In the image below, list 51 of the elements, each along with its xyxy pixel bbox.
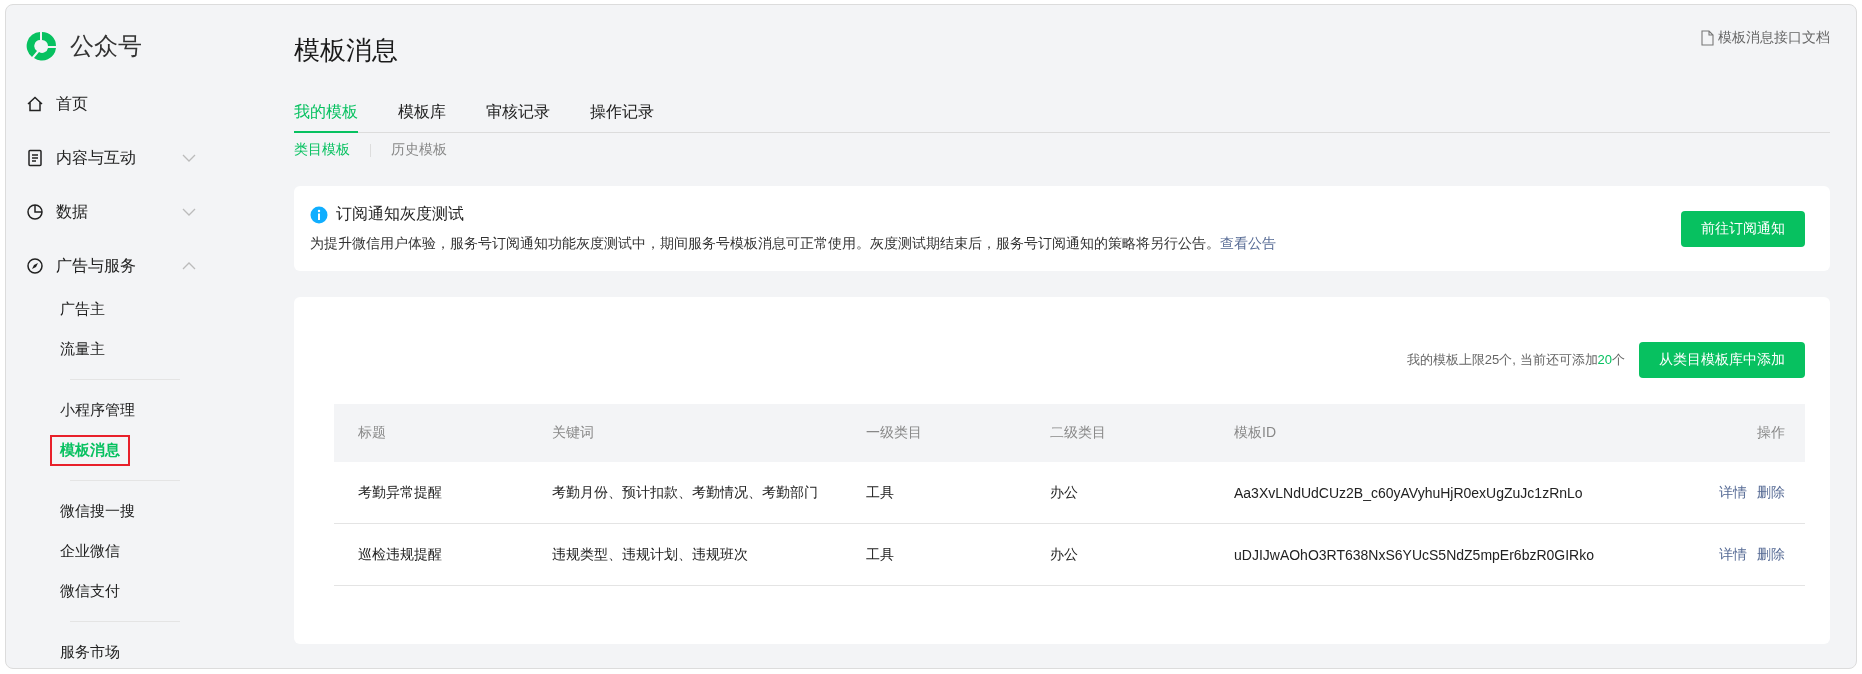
- nav-subitem[interactable]: 微信支付: [50, 575, 130, 607]
- notice-title: 订阅通知灰度测试: [336, 204, 464, 224]
- doc-link[interactable]: 模板消息接口文档: [1701, 29, 1830, 47]
- action-link[interactable]: 详情: [1719, 483, 1747, 500]
- column-header: 关键词: [528, 404, 842, 462]
- column-header: 标题: [334, 404, 528, 462]
- nav-subitem[interactable]: 小程序管理: [50, 394, 145, 426]
- action-link[interactable]: 删除: [1757, 483, 1785, 500]
- page-title: 模板消息: [294, 34, 398, 67]
- nav-subitem[interactable]: 流量主: [50, 333, 115, 365]
- tab[interactable]: 模板库: [398, 96, 446, 133]
- chevron-up-icon: [182, 262, 196, 270]
- info-icon: [310, 205, 328, 224]
- nav-subitem[interactable]: 企业微信: [50, 535, 130, 567]
- table-cell: 工具: [842, 523, 1026, 586]
- file-icon: [1701, 30, 1714, 46]
- action-link[interactable]: 删除: [1757, 545, 1785, 562]
- column-header: 模板ID: [1210, 404, 1641, 462]
- pie-chart-icon: [26, 203, 44, 221]
- table-cell: 考勤异常提醒: [334, 462, 528, 524]
- column-header: 操作: [1641, 404, 1805, 462]
- logo-text: 公众号: [70, 31, 142, 61]
- document-icon: [26, 149, 44, 167]
- tab[interactable]: 审核记录: [486, 96, 550, 133]
- table-cell: 工具: [842, 462, 1026, 524]
- column-header: 一级类目: [842, 404, 1026, 462]
- compass-icon: [26, 257, 44, 275]
- home-icon: [26, 95, 44, 113]
- notice-text: 为提升微信用户体验，服务号订阅通知功能灰度测试中，期间服务号模板消息可正常使用。灰度测试期结束后，服务号订阅通知的策略将另行公告。查看公告: [310, 235, 1276, 253]
- nav-subitem[interactable]: 广告主: [50, 293, 115, 325]
- table-cell: 办公: [1026, 523, 1210, 586]
- table-cell: uDJIJwAOhO3RT638NxS6YUcS5NdZ5mpEr6bzR0GIRko: [1210, 523, 1641, 586]
- table-cell: 巡检违规提醒: [334, 523, 528, 586]
- nav-item[interactable]: 广告与服务: [26, 239, 196, 293]
- nav-subitem[interactable]: 微信搜一搜: [50, 495, 145, 527]
- chevron-down-icon: [182, 208, 196, 216]
- nav-subitem[interactable]: 服务市场: [50, 636, 130, 668]
- notice-link[interactable]: 查看公告: [1220, 235, 1276, 251]
- action-link[interactable]: 详情: [1719, 545, 1747, 562]
- quota-text: 我的模板上限25个, 当前还可添加20个: [1406, 351, 1625, 369]
- tab[interactable]: 操作记录: [590, 96, 654, 133]
- nav-item[interactable]: 内容与互动: [26, 131, 196, 185]
- nav-item[interactable]: 数据: [26, 185, 196, 239]
- nav-item[interactable]: 首页: [26, 77, 196, 131]
- table-cell: 考勤月份、预计扣款、考勤情况、考勤部门: [528, 462, 842, 524]
- column-header: 二级类目: [1026, 404, 1210, 462]
- logo-icon: [26, 30, 58, 62]
- chevron-down-icon: [182, 154, 196, 162]
- table-cell: 办公: [1026, 462, 1210, 524]
- table-cell: 违规类型、违规计划、违规班次: [528, 523, 842, 586]
- table-cell: Aa3XvLNdUdCUz2B_c60yAVyhuHjR0exUgZuJc1zRnLo: [1210, 462, 1641, 524]
